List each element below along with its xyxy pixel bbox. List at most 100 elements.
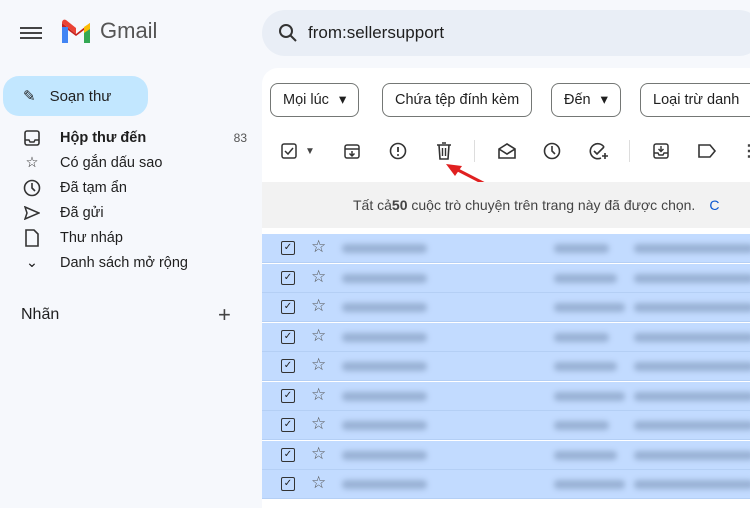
selection-banner: Tất cả 50 cuộc trò chuyện trên trang này… [262,182,750,228]
sidebar-item-label: Thư nháp [60,229,123,246]
sidebar-item-starred[interactable]: ☆ Có gắn dấu sao [22,150,247,175]
sender-redacted [342,421,427,430]
email-row[interactable]: ✓ ☆ [262,470,750,499]
row-checkbox[interactable]: ✓ [281,388,295,403]
caret-down-icon: ▾ [338,92,347,108]
row-checkbox[interactable]: ✓ [281,359,295,373]
star-icon[interactable]: ☆ [311,296,326,316]
sidebar-item-label: Danh sách mở rộng [60,254,188,271]
date-redacted [554,450,617,460]
compose-label: Soạn thư [49,87,112,105]
subject-redacted [634,480,750,489]
subject-redacted [634,421,750,430]
star-icon[interactable]: ☆ [311,473,326,493]
send-icon [22,204,42,222]
email-row[interactable]: ✓ ☆ [262,411,750,440]
more-options-icon[interactable]: ⋮ [738,140,750,162]
sidebar-item-sent[interactable]: Đã gửi [22,200,247,225]
search-input[interactable]: from:sellersupport [308,23,444,43]
filter-chip-exclude[interactable]: Loại trừ danh [640,83,750,117]
row-checkbox[interactable]: ✓ [281,418,295,432]
star-icon[interactable]: ☆ [311,267,326,287]
row-checkbox[interactable]: ✓ [281,447,295,462]
gmail-m-icon [62,19,90,43]
label-icon[interactable] [696,140,718,162]
email-row[interactable]: ✓ ☆ [262,234,750,263]
sidebar-item-snoozed[interactable]: Đã tạm ẩn [22,175,247,200]
date-redacted [554,362,617,371]
sender-redacted [342,244,427,253]
sidebar-item-inbox[interactable]: Hộp thư đến 83 [22,125,247,150]
chip-label: Loại trừ danh [653,92,740,108]
chip-label: Đến [564,92,591,108]
caret-down-icon: ▾ [600,92,608,108]
filter-chip-to[interactable]: Đến ▾ [551,83,621,117]
sidebar-item-label: Đã tạm ẩn [60,179,127,196]
report-spam-icon[interactable] [387,140,409,162]
date-redacted [554,244,609,253]
select-dropdown-icon[interactable]: ▼ [299,140,321,162]
email-row[interactable]: ✓ ☆ [262,322,750,352]
add-task-icon[interactable] [588,140,610,162]
main-menu-icon[interactable] [20,24,42,42]
date-redacted [554,421,609,430]
select-all-link[interactable]: C [709,197,719,213]
filter-chip-attachment[interactable]: Chứa tệp đính kèm [382,83,533,117]
date-redacted [554,273,617,283]
delete-trash-icon[interactable] [433,140,455,162]
sidebar-item-label: Đã gửi [60,204,104,221]
email-row[interactable]: ✓ ☆ [262,293,750,322]
gmail-logo[interactable]: Gmail [60,18,157,44]
date-redacted [554,332,609,342]
pencil-icon: ✎ [23,88,36,105]
toolbar-divider [474,140,475,162]
row-checkbox[interactable]: ✓ [281,270,295,285]
star-icon[interactable]: ☆ [311,385,326,405]
star-icon[interactable]: ☆ [311,444,326,464]
subject-redacted [634,450,750,460]
search-icon[interactable] [278,23,298,43]
sender-redacted [342,362,427,371]
compose-button[interactable]: ✎ Soạn thư [3,76,148,116]
chip-label: Mọi lúc [283,92,329,108]
date-redacted [554,303,625,312]
email-row[interactable]: ✓ ☆ [262,263,750,293]
sender-redacted [342,391,427,401]
email-row[interactable]: ✓ ☆ [262,440,750,470]
star-icon[interactable]: ☆ [311,414,326,434]
date-redacted [554,391,625,401]
row-checkbox[interactable]: ✓ [281,241,295,255]
mark-read-icon[interactable] [496,140,518,162]
subject-redacted [634,391,750,401]
row-checkbox[interactable]: ✓ [281,300,295,314]
banner-text: cuộc trò chuyện trên trang này đã được c… [407,197,696,213]
subject-redacted [634,303,750,312]
row-checkbox[interactable]: ✓ [281,329,295,344]
draft-icon [22,228,42,247]
row-checkbox[interactable]: ✓ [281,477,295,491]
email-row[interactable]: ✓ ☆ [262,352,750,381]
search-bar[interactable]: from:sellersupport [262,10,750,56]
sender-redacted [342,332,427,342]
star-icon[interactable]: ☆ [311,237,326,257]
sender-redacted [342,303,427,312]
archive-icon[interactable] [341,140,363,162]
email-row[interactable]: ✓ ☆ [262,381,750,411]
star-icon[interactable]: ☆ [311,355,326,375]
move-to-icon[interactable] [650,140,672,162]
clock-icon [22,179,42,197]
sidebar-item-label: Có gắn dấu sao [60,154,163,171]
snooze-clock-icon[interactable] [541,140,563,162]
app-name: Gmail [100,18,158,43]
subject-redacted [634,332,750,342]
star-icon[interactable]: ☆ [311,326,326,346]
select-all-checkbox[interactable] [278,140,300,162]
sidebar-item-drafts[interactable]: Thư nháp [22,225,247,250]
sidebar-item-more[interactable]: ⌄ Danh sách mở rộng [22,250,247,275]
subject-redacted [634,244,750,253]
chip-label: Chứa tệp đính kèm [395,92,520,108]
banner-text: Tất cả [353,197,392,213]
add-label-icon[interactable]: + [218,302,231,328]
selected-count: 50 [391,197,408,213]
filter-chip-time[interactable]: Mọi lúc ▾ [270,83,360,117]
